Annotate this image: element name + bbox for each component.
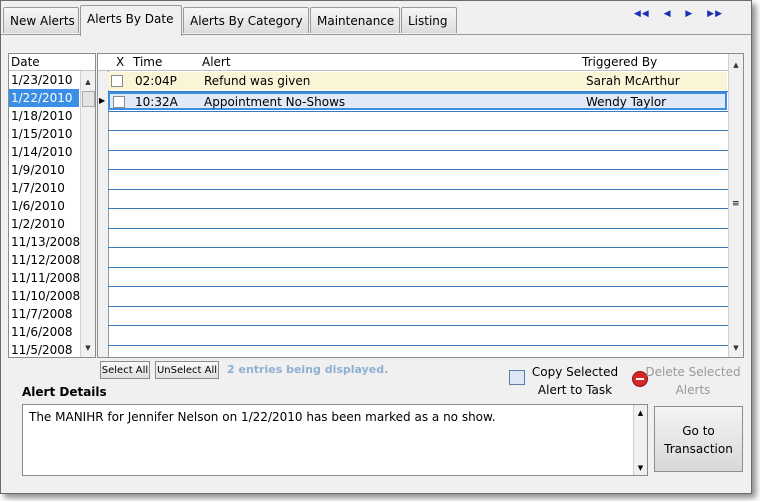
- goto-label-line1: Go to: [682, 424, 715, 438]
- goto-label-line2: Transaction: [664, 442, 733, 456]
- status-text: 2 entries being displayed.: [227, 363, 389, 376]
- tab-label: Maintenance: [317, 14, 395, 28]
- copy-label-line2: Alert to Task: [537, 383, 613, 397]
- grid-row-line: [108, 305, 729, 307]
- table-row-selected[interactable]: 10:32A Appointment No-Shows Wendy Taylor: [108, 92, 727, 110]
- grid-row-line: [108, 325, 729, 326]
- tab-label: Alerts By Date: [87, 12, 174, 26]
- delete-label-line2: Alerts: [675, 383, 711, 397]
- unselect-all-button[interactable]: UnSelect All: [155, 361, 219, 379]
- grid-row-line: [108, 188, 729, 190]
- current-row-arrow-icon: ▶: [99, 96, 106, 105]
- last-icon[interactable]: ▶▶: [707, 9, 723, 19]
- date-list-item[interactable]: 1/22/2010: [9, 89, 79, 107]
- scroll-thumb[interactable]: [82, 91, 95, 107]
- grid-scrollbar[interactable]: ▲ ≡ ▼: [728, 54, 743, 357]
- row-triggered-by: Wendy Taylor: [586, 95, 667, 109]
- alerts-grid: X Time Alert Triggered By 02:04P Refund …: [97, 53, 744, 358]
- grid-row-line: [108, 208, 729, 209]
- grid-header: X Time Alert Triggered By: [98, 54, 729, 71]
- grid-row-line: [108, 247, 729, 248]
- grid-row-line: [108, 227, 729, 229]
- col-time[interactable]: Time: [133, 55, 162, 69]
- scroll-down-icon[interactable]: ▼: [634, 464, 647, 472]
- grid-row-line: [108, 130, 729, 131]
- grid-row-line: [108, 169, 729, 170]
- col-alert[interactable]: Alert: [202, 55, 231, 69]
- tab-new-alerts[interactable]: New Alerts: [3, 7, 79, 33]
- scroll-up-icon[interactable]: ▲: [81, 75, 95, 89]
- row-time: 02:04P: [135, 74, 177, 88]
- scroll-grip-icon[interactable]: ≡: [732, 199, 740, 209]
- date-list[interactable]: Date 1/23/2010 1/22/2010 1/18/2010 1/15/201…: [8, 53, 96, 358]
- row-time: 10:32A: [135, 95, 178, 109]
- copy-label-line1: Copy Selected: [531, 365, 619, 379]
- scroll-up-icon[interactable]: ▲: [634, 409, 647, 417]
- tab-alerts-by-date[interactable]: Alerts By Date: [80, 5, 182, 36]
- alerts-window: New Alerts Alerts By Date Alerts By Cate…: [0, 0, 752, 494]
- table-row[interactable]: 02:04P Refund was given Sarah McArthur: [108, 72, 727, 90]
- tab-label: Alerts By Category: [190, 14, 303, 28]
- col-x[interactable]: X: [116, 55, 124, 69]
- row-alert: Refund was given: [204, 74, 311, 88]
- date-list-header: Date: [9, 54, 95, 71]
- row-checkbox[interactable]: [111, 75, 123, 87]
- grid-row-line: [108, 344, 729, 346]
- next-icon[interactable]: ▶: [685, 9, 693, 19]
- tab-alerts-by-category[interactable]: Alerts By Category: [183, 7, 309, 33]
- row-triggered-by: Sarah McArthur: [586, 74, 680, 88]
- tab-label: Listing: [408, 14, 448, 28]
- alert-details-label: Alert Details: [22, 385, 107, 399]
- alert-details-content: The MANIHR for Jennifer Nelson on 1/22/2…: [29, 410, 496, 424]
- grid-row-line: [108, 149, 729, 151]
- col-triggered-by[interactable]: Triggered By: [582, 55, 657, 69]
- row-alert: Appointment No-Shows: [204, 95, 346, 109]
- tab-maintenance[interactable]: Maintenance: [310, 7, 400, 33]
- scroll-down-icon[interactable]: ▼: [729, 341, 743, 355]
- row-checkbox[interactable]: [113, 96, 125, 108]
- grid-lines: [108, 70, 729, 357]
- details-scrollbar[interactable]: ▲ ▼: [633, 405, 647, 475]
- tab-label: New Alerts: [10, 14, 75, 28]
- date-list-scrollbar[interactable]: ▲ ▼: [80, 71, 95, 357]
- go-to-transaction-button[interactable]: Go to Transaction: [654, 406, 743, 472]
- delete-label-line1: Delete Selected: [645, 365, 741, 379]
- delete-selected-alerts-button[interactable]: Delete Selected Alerts: [643, 363, 743, 399]
- grid-row-line: [108, 286, 729, 287]
- grid-row-line: [108, 110, 729, 112]
- record-navigation: ◀◀ ◀ ▶ ▶▶: [624, 9, 723, 19]
- prev-icon[interactable]: ◀: [664, 9, 672, 19]
- first-icon[interactable]: ◀◀: [634, 9, 650, 19]
- select-all-button[interactable]: Select All: [100, 361, 150, 379]
- alert-details-text[interactable]: The MANIHR for Jennifer Nelson on 1/22/2…: [22, 404, 648, 476]
- grid-row-line: [108, 266, 729, 268]
- scroll-up-icon[interactable]: ▲: [729, 58, 743, 72]
- scroll-down-icon[interactable]: ▼: [81, 341, 95, 355]
- tab-listing[interactable]: Listing: [401, 7, 457, 33]
- copy-selected-alert-button[interactable]: Copy Selected Alert to Task: [515, 363, 635, 399]
